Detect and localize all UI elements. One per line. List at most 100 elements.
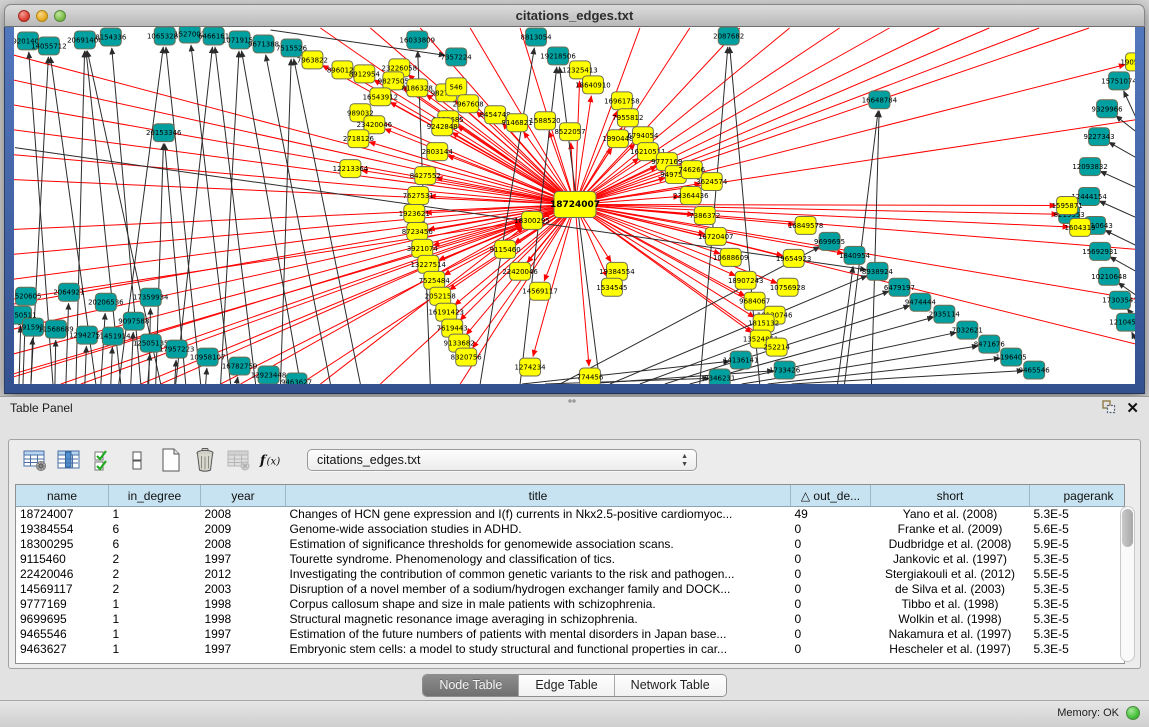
graph-node-label: 7619443 bbox=[437, 325, 468, 333]
table-cell-year: 2012 bbox=[201, 567, 286, 582]
table-row[interactable]: 1830029562008Estimation of significance … bbox=[16, 537, 1125, 552]
column-header-name[interactable]: name bbox=[16, 485, 109, 507]
memory-status-label: Memory: OK bbox=[1057, 707, 1119, 719]
table-row[interactable]: 946362711997Embryonic stem cells: a mode… bbox=[16, 642, 1125, 657]
table-cell-name: 19384554 bbox=[16, 522, 109, 537]
table-panel: Table Panel ✕ bbox=[0, 396, 1149, 700]
network-canvas[interactable]: 1872400792014031405571220691406815433610… bbox=[14, 27, 1135, 384]
graph-node-label: 7963822 bbox=[297, 56, 328, 64]
window-titlebar[interactable]: citations_edges.txt bbox=[4, 4, 1145, 27]
graph-node-label: 2520605 bbox=[14, 293, 42, 301]
graph-edge bbox=[111, 347, 113, 384]
column-visibility-icon[interactable] bbox=[55, 446, 83, 474]
table-row[interactable]: 2242004622012Investigating the contribut… bbox=[16, 567, 1125, 582]
table-row[interactable]: 1938455462009Genome-wide association stu… bbox=[16, 522, 1125, 537]
table-selector-dropdown[interactable]: citations_edges.txt ▲▼ bbox=[307, 449, 697, 471]
graph-node-label: 15751074 bbox=[1101, 77, 1135, 85]
table-vertical-scrollbar[interactable] bbox=[1120, 506, 1135, 662]
graph-node-label: 6479197 bbox=[884, 284, 915, 292]
graph-node-label: 1815132 bbox=[748, 320, 779, 328]
graph-edge bbox=[85, 346, 87, 384]
graph-node-label: 7515526 bbox=[276, 44, 307, 52]
table-row[interactable]: 1456911722003Disruption of a novel membe… bbox=[16, 582, 1125, 597]
graph-edge bbox=[14, 205, 575, 230]
dropdown-stepper-icon: ▲▼ bbox=[681, 453, 688, 469]
column-header-title[interactable]: title bbox=[286, 485, 791, 507]
table-row[interactable]: 1872400712008Changes of HCN gene express… bbox=[16, 507, 1125, 523]
graph-node-label: 2935114 bbox=[929, 311, 961, 319]
column-header-out_degree[interactable]: △ out_de... bbox=[791, 485, 871, 507]
table-cell-title: Estimation of significance thresholds fo… bbox=[286, 537, 791, 552]
node-table[interactable]: namein_degreeyeartitle△ out_de...shortpa… bbox=[15, 484, 1125, 664]
split-divider-grip[interactable] bbox=[567, 398, 577, 404]
tab-network-table[interactable]: Network Table bbox=[615, 675, 726, 696]
column-header-in_degree[interactable]: in_degree bbox=[109, 485, 201, 507]
graph-node-label: 12093832 bbox=[1072, 163, 1108, 171]
graph-edge bbox=[768, 358, 1001, 384]
float-window-icon[interactable] bbox=[1101, 399, 1116, 419]
table-row[interactable]: 969969511998Structural magnetic resonanc… bbox=[16, 612, 1125, 627]
graph-node-label: 1196405 bbox=[996, 354, 1027, 362]
column-header-short[interactable]: short bbox=[871, 485, 1030, 507]
table-type-segmented-control: Node Table Edge Table Network Table bbox=[422, 674, 726, 697]
tab-node-table[interactable]: Node Table bbox=[423, 675, 519, 696]
graph-node-label: 9097588 bbox=[118, 318, 149, 326]
graph-node-label: 17359934 bbox=[133, 294, 169, 302]
function-builder-icon[interactable]: f (x) bbox=[259, 446, 287, 474]
table-row[interactable]: 911546021997Tourette syndrome. Phenomeno… bbox=[16, 552, 1125, 567]
delete-trash-icon[interactable] bbox=[191, 446, 219, 474]
window-frame-border: 1872400792014031405571220691406815433610… bbox=[4, 27, 1145, 394]
select-all-checks-icon[interactable] bbox=[89, 446, 117, 474]
graph-node-label: 546 bbox=[450, 83, 463, 91]
graph-node-label: 2052158 bbox=[425, 293, 456, 301]
table-cell-name: 9699695 bbox=[16, 612, 109, 627]
graph-edge bbox=[575, 205, 1058, 215]
new-file-icon[interactable] bbox=[157, 446, 185, 474]
delete-table-icon-disabled bbox=[225, 446, 253, 474]
table-row[interactable]: 946554611997Estimation of the future num… bbox=[16, 627, 1125, 642]
tab-edge-table[interactable]: Edge Table bbox=[519, 675, 614, 696]
graph-node-label: 746266 bbox=[678, 166, 705, 174]
graph-node-label: 18640910 bbox=[575, 81, 611, 89]
table-cell-pagerank: 5.3E-5 bbox=[1030, 552, 1126, 567]
graph-edge bbox=[14, 155, 575, 205]
graph-node-label: 8813054 bbox=[521, 33, 553, 41]
scrollbar-thumb[interactable] bbox=[1122, 509, 1133, 547]
graph-node-label: 10688609 bbox=[713, 254, 749, 262]
table-cell-in_degree: 1 bbox=[109, 642, 201, 657]
graph-node-label: 10210648 bbox=[1091, 273, 1127, 281]
table-cell-short: Hescheler et al. (1997) bbox=[871, 642, 1030, 657]
column-header-pagerank[interactable]: pagerank bbox=[1030, 485, 1126, 507]
table-cell-out_degree: 0 bbox=[791, 552, 871, 567]
network-graph[interactable]: 1872400792014031405571220691406815433610… bbox=[14, 27, 1135, 384]
table-cell-short: Yano et al. (2008) bbox=[871, 507, 1030, 523]
table-cell-title: Disruption of a novel member of a sodium… bbox=[286, 582, 791, 597]
table-cell-in_degree: 1 bbox=[109, 507, 201, 523]
graph-node-label: 16191423 bbox=[428, 309, 464, 317]
table-cell-pagerank: 5.3E-5 bbox=[1030, 642, 1126, 657]
graph-node-label: 3624574 bbox=[696, 178, 728, 186]
graph-node-label: 9115460 bbox=[490, 246, 521, 254]
table-row[interactable]: 977716911998Corpus callosum shape and si… bbox=[16, 597, 1125, 612]
table-cell-title: Embryonic stem cells: a model to study s… bbox=[286, 642, 791, 657]
close-panel-icon[interactable]: ✕ bbox=[1126, 401, 1139, 417]
graph-node-label: 2967608 bbox=[453, 100, 484, 108]
table-settings-icon[interactable] bbox=[21, 446, 49, 474]
table-cell-short: Dudbridge et al. (2008) bbox=[871, 537, 1030, 552]
graph-node-label: 16033809 bbox=[400, 36, 436, 44]
table-cell-in_degree: 2 bbox=[109, 567, 201, 582]
graph-node-label: 252214 bbox=[763, 344, 790, 352]
table-cell-pagerank: 5.3E-5 bbox=[1030, 507, 1126, 523]
graph-node-label: 8186328 bbox=[402, 84, 433, 92]
table-cell-name: 18300295 bbox=[16, 537, 109, 552]
checkbox-column-icon[interactable] bbox=[123, 446, 151, 474]
graph-node-label: 23364436 bbox=[673, 192, 709, 200]
table-cell-year: 1997 bbox=[201, 627, 286, 642]
graph-node-label: 1923621 bbox=[399, 210, 430, 218]
table-cell-short: de Silva et al. (2003) bbox=[871, 582, 1030, 597]
column-header-year[interactable]: year bbox=[201, 485, 286, 507]
graph-node-label: 16648784 bbox=[862, 96, 898, 104]
graph-edge bbox=[522, 361, 730, 384]
graph-node-label: 8723456 bbox=[402, 228, 433, 236]
graph-node-label: 12325413 bbox=[562, 66, 598, 74]
